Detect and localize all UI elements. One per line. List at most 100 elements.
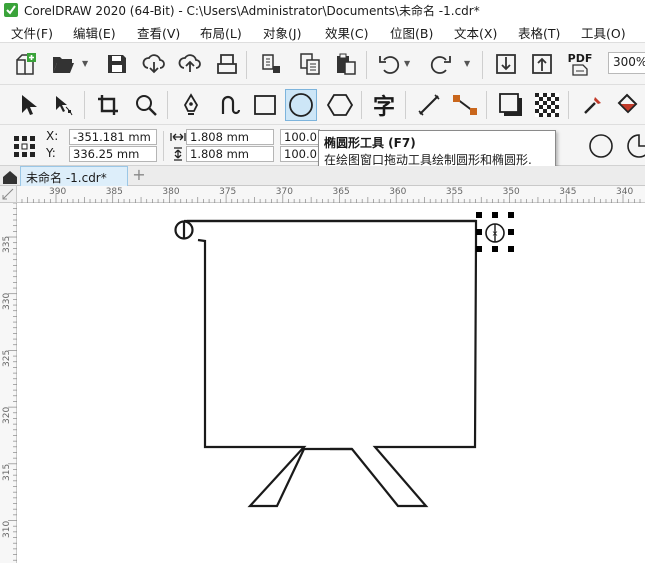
connector-tool-icon[interactable] [450,90,480,120]
print-icon[interactable] [212,49,242,79]
artistic-media-tool-icon[interactable] [215,90,245,120]
separator [246,51,247,79]
export-icon[interactable] [527,49,557,79]
rectangle-tool-icon[interactable] [250,90,280,120]
drawing-canvas[interactable]: × [18,204,645,563]
polygon-tool-icon[interactable] [325,90,355,120]
easel-drawing[interactable] [174,219,478,508]
separator [568,91,569,119]
new-document-icon[interactable] [10,49,40,79]
coreldraw-logo-icon [4,3,18,17]
ruler-h-label: 340 [616,187,634,197]
copy-properties-icon[interactable] [256,49,286,79]
menu-item-9[interactable]: 工具(O) [581,23,626,42]
standard-toolbar: ▼ ▼ ▼ PDF [0,42,645,84]
ruler-h-label: 355 [445,187,464,197]
vertical-ruler[interactable]: 335 330 325 320 315 310 [0,203,17,563]
freehand-pen-tool-icon[interactable] [176,90,206,120]
open-folder-icon[interactable] [48,49,78,79]
home-icon[interactable] [2,169,18,185]
menu-item-6[interactable]: 位图(B) [390,23,433,42]
menu-item-3[interactable]: 布局(L) [200,23,242,42]
ruler-h-label: 360 [389,187,407,197]
ruler-h-label: 390 [49,187,67,197]
menu-item-4[interactable]: 对象(J) [263,23,301,42]
selected-ellipse[interactable]: × [476,212,514,252]
drop-shadow-tool-icon[interactable] [496,90,526,120]
separator [167,91,168,119]
shape-tool-icon[interactable] [48,90,78,120]
ruler-h-label: 345 [559,187,577,197]
menu-item-2[interactable]: 查看(V) [137,23,180,42]
width-icon [170,131,186,146]
svg-text:×: × [492,229,499,238]
ruler-v-label: 310 [2,520,12,538]
x-position-field[interactable]: -351.181 mm [69,129,157,145]
save-icon[interactable] [102,49,132,79]
toolbox-bar: 字 [0,84,645,124]
separator [84,91,85,119]
ruler-v-label: 330 [2,292,12,310]
transparency-tool-icon[interactable] [532,90,562,120]
ruler-h-label: 375 [219,187,237,197]
ruler-v-label: 335 [2,235,12,253]
zoom-tool-icon[interactable] [131,90,161,120]
interactive-fill-tool-icon[interactable] [612,90,642,120]
separator [163,131,164,161]
easel-board-shape [187,219,478,508]
undo-dropdown-caret-icon[interactable]: ▼ [404,59,410,68]
scale-x-field[interactable]: 100.0 [280,129,320,145]
window-title: CorelDRAW 2020 (64-Bit) - C:\Users\Admin… [24,4,480,18]
add-tab-icon[interactable]: + [130,166,148,186]
crop-tool-icon[interactable] [93,90,123,120]
document-tab[interactable]: 未命名 -1.cdr* [20,166,128,186]
separator [361,91,362,119]
ellipse-tool-icon[interactable] [285,89,317,121]
paste-icon[interactable] [331,49,361,79]
x-position-label: X: [46,129,59,143]
ruler-h-label: 365 [332,187,350,197]
menu-item-5[interactable]: 效果(C) [325,23,368,42]
separator [486,91,487,119]
cloud-download-icon[interactable] [139,49,169,79]
ruler-h-label: 385 [105,187,123,197]
open-dropdown-caret-icon[interactable]: ▼ [82,59,88,68]
undo-icon[interactable] [374,49,404,79]
ruler-v-label: 325 [2,349,12,367]
ruler-h-label: 370 [275,187,293,197]
scale-y-field[interactable]: 100.0 [280,146,320,162]
ruler-v-label: 315 [2,463,12,481]
width-field[interactable]: 1.808 mm [186,129,274,145]
zoom-level-field[interactable]: 300% [608,52,645,74]
separator [482,51,483,79]
pick-tool-icon[interactable] [12,90,42,120]
separator [366,51,367,79]
menu-item-7[interactable]: 文本(X) [454,23,497,42]
text-tool-icon[interactable]: 字 [369,90,399,120]
import-icon[interactable] [491,49,521,79]
ellipse-mode-icon[interactable] [586,131,616,161]
copy-icon[interactable] [295,49,325,79]
ruler-origin-corner[interactable] [0,186,17,203]
eyedropper-tool-icon[interactable] [578,90,608,120]
cloud-upload-icon[interactable] [175,49,205,79]
ruler-h-label: 380 [162,187,180,197]
height-icon [172,147,184,164]
y-position-label: Y: [46,146,56,160]
height-field[interactable]: 1.808 mm [186,146,274,162]
menu-item-0[interactable]: 文件(F) [11,23,53,42]
dimension-tool-icon[interactable] [414,90,444,120]
redo-icon[interactable] [426,49,456,79]
menu-item-8[interactable]: 表格(T) [518,23,560,42]
object-origin-icon[interactable] [10,131,40,161]
pie-mode-icon[interactable] [624,131,645,161]
y-position-field[interactable]: 336.25 mm [69,146,157,162]
ruler-v-label: 320 [2,406,12,424]
tooltip-title: 椭圆形工具 (F7) [324,136,416,150]
separator [405,91,406,119]
horizontal-ruler[interactable]: 390 385 380 375 370 365 360 355 350 345 340 [17,186,645,203]
menu-item-1[interactable]: 编辑(E) [73,23,116,42]
ruler-h-label: 350 [502,187,520,197]
redo-dropdown-caret-icon[interactable]: ▼ [464,59,470,68]
publish-pdf-icon[interactable]: PDF [565,49,595,79]
